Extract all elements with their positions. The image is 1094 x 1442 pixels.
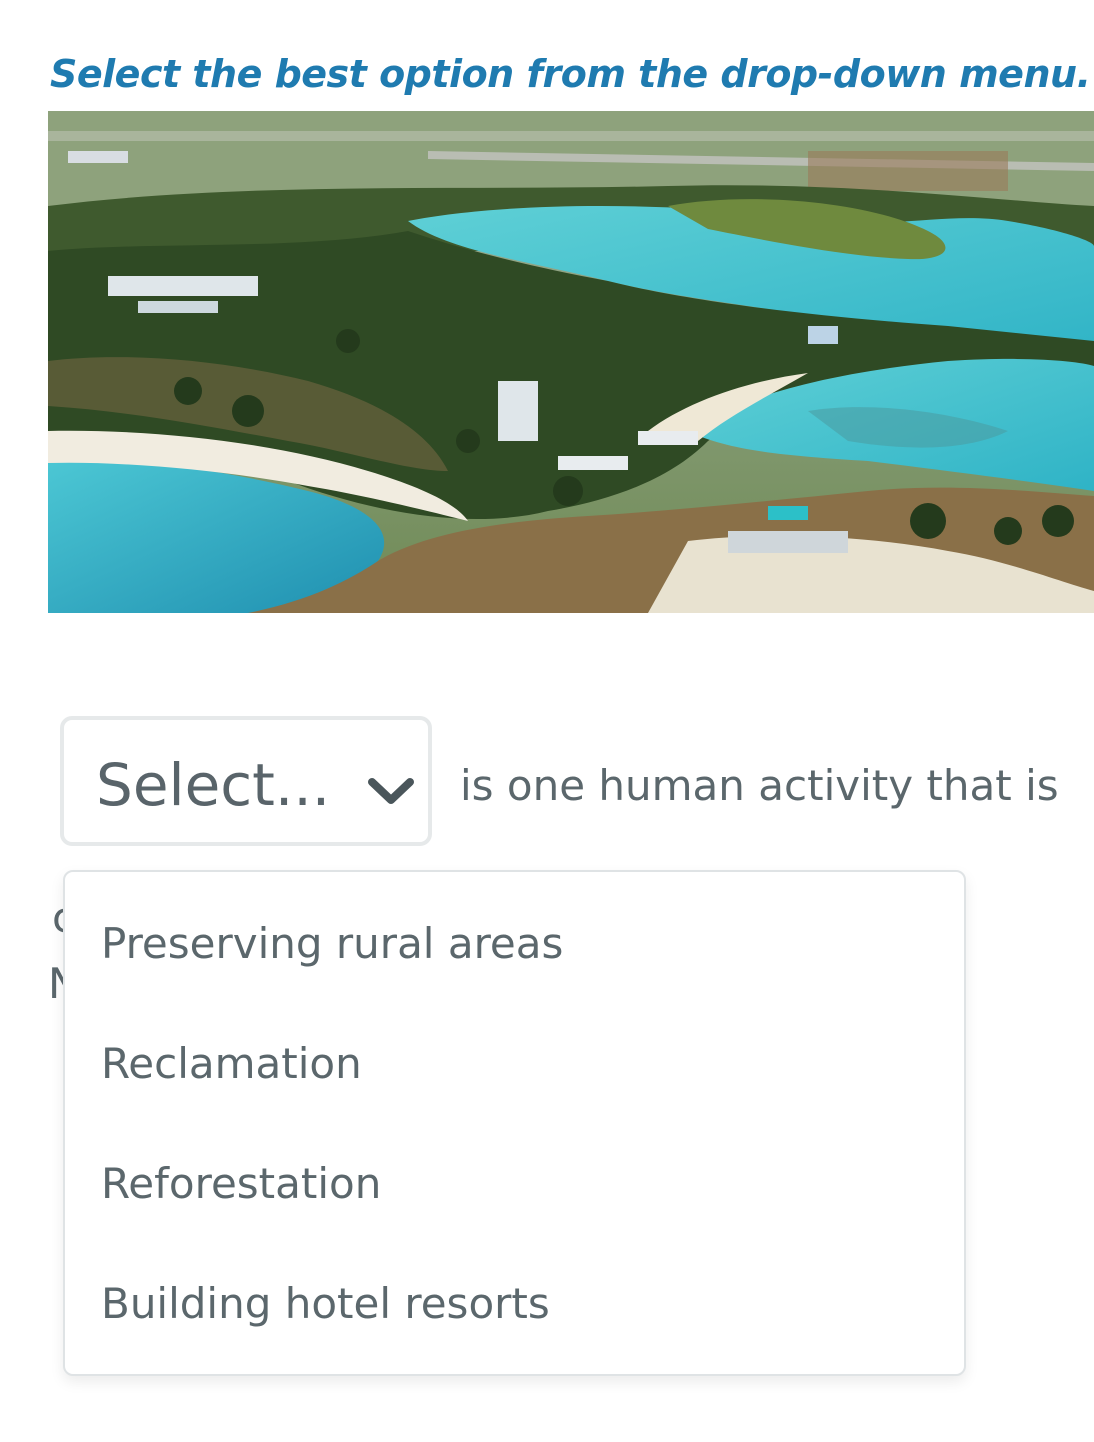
dropdown-options-list: Preserving rural areas Reclamation Refor… xyxy=(63,870,966,1376)
select-placeholder: Select... xyxy=(96,751,331,819)
chevron-down-icon xyxy=(368,778,414,804)
instruction-heading: Select the best option from the drop-dow… xyxy=(50,52,1091,96)
answer-select-dropdown[interactable]: Select... xyxy=(60,716,432,846)
aerial-resort-photo xyxy=(48,111,1094,613)
dropdown-option-reclamation[interactable]: Reclamation xyxy=(101,1034,921,1144)
dropdown-option-preserving-rural-areas[interactable]: Preserving rural areas xyxy=(101,914,921,1024)
dropdown-option-building-hotel-resorts[interactable]: Building hotel resorts xyxy=(101,1274,921,1384)
dropdown-option-reforestation[interactable]: Reforestation xyxy=(101,1154,921,1264)
question-sentence-rest: is one human activity that is xyxy=(460,761,1059,810)
